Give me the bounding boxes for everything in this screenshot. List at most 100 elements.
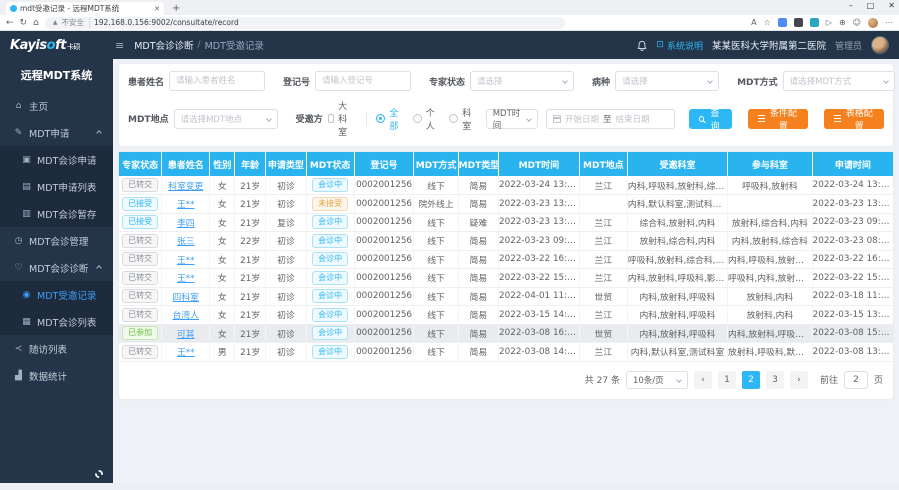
close-tab-icon[interactable]: ✕ <box>154 5 160 13</box>
mdt-type-cell: 简易 <box>458 232 498 251</box>
invited-depts-cell: 内科,默认科室,测试科室,放射科 <box>627 195 727 214</box>
sidebar-item-mdt-consult-draft[interactable]: ▥MDT会诊暂存 <box>0 200 113 227</box>
mdt-mode-select[interactable]: 请选择MDT方式 <box>783 71 895 91</box>
invited-depts-cell: 综合科,放射科,内科 <box>627 213 727 232</box>
patient-name-link[interactable]: 四科室 <box>173 293 199 303</box>
patient-name-link[interactable]: 王** <box>177 256 195 266</box>
reg-no-label: 登记号 <box>283 75 310 88</box>
table-config-button[interactable]: 表格配置 <box>824 109 884 129</box>
page-button-2[interactable]: 2 <box>742 371 760 389</box>
mdt-place-select[interactable]: 请选择MDT地点 <box>174 109 278 129</box>
extension-icon[interactable] <box>794 18 803 27</box>
notification-bell-icon[interactable] <box>637 40 647 51</box>
browser-tab[interactable]: mdt受邀记录 - 远程MDT系统 ✕ <box>6 2 164 15</box>
sidebar-item-mdt-consult-list[interactable]: ▦MDT会诊列表 <box>0 308 113 335</box>
sidebar: 远程MDT系统 ⌂主页✎MDT申请▣MDT会诊申请▤MDT申请列表▥MDT会诊暂… <box>0 59 113 483</box>
date-range-picker[interactable]: 开始日期至结束日期 <box>546 109 675 129</box>
sidebar-item-followup-list[interactable]: ≺随访列表 <box>0 335 113 362</box>
new-tab-button[interactable]: + <box>172 3 180 14</box>
patient-name-link[interactable]: 科室变更 <box>168 182 203 192</box>
sidebar-item-mdt-invite-record[interactable]: ◉MDT受邀记录 <box>0 281 113 308</box>
refresh-icon[interactable]: ↻ <box>20 18 28 28</box>
time-field-select[interactable]: MDT时间 <box>486 109 538 129</box>
user-avatar[interactable] <box>871 36 889 54</box>
sidebar-item-mdt-consult-manage[interactable]: ◷MDT会诊管理 <box>0 227 113 254</box>
mdt-mode-cell: 线下 <box>414 176 458 195</box>
disease-select[interactable]: 请选择 <box>615 71 719 91</box>
add-icon[interactable]: ⊕ <box>839 18 846 27</box>
joined-depts-cell: 放射科,呼吸科,默认科室,测... <box>728 343 813 362</box>
sidebar-item-mdt-consult-diagnose[interactable]: ♡MDT会诊诊断 <box>0 254 113 281</box>
status-badge: 会诊中 <box>312 215 348 229</box>
maximize-button[interactable]: □ <box>867 1 875 10</box>
reg-no-cell: 0002001256 <box>354 287 414 306</box>
feedback-smiley-icon[interactable]: ☺ <box>853 18 861 27</box>
sidebar-item-mdt-apply[interactable]: ✎MDT申请 <box>0 119 113 146</box>
patient-name-link[interactable]: 王** <box>177 348 195 358</box>
sidebar-item-data-stats[interactable]: ▟数据统计 <box>0 362 113 389</box>
more-menu-icon[interactable]: ⋯ <box>885 18 893 27</box>
read-aloud-icon[interactable]: A <box>751 18 756 27</box>
patient-name-link[interactable]: 台湾人 <box>173 311 199 321</box>
column-header: MDT地点 <box>579 152 627 176</box>
page-size-select[interactable]: 10条/页 <box>626 371 688 389</box>
home-icon[interactable]: ⌂ <box>33 18 39 28</box>
invited-depts-cell: 呼吸科,放射科,综合科,内科 <box>627 250 727 269</box>
breadcrumb-current: MDT受邀记录 <box>205 38 264 52</box>
patient-name-link[interactable]: 王** <box>177 274 195 284</box>
gender-cell: 女 <box>210 324 235 343</box>
condition-config-button[interactable]: 条件配置 <box>748 109 808 129</box>
sidebar-play-icon[interactable]: ▷ <box>826 18 832 27</box>
mdt-time-cell: 2022-03-24 13:40:00 <box>499 176 580 195</box>
sidebar-item-mdt-consult-apply[interactable]: ▣MDT会诊申请 <box>0 146 113 173</box>
big-dept-checkbox[interactable] <box>328 114 335 123</box>
extension-icon[interactable] <box>810 18 819 27</box>
patient-name-input[interactable] <box>169 71 265 91</box>
system-note-link[interactable]: ⊡系统说明 <box>656 39 703 52</box>
mdt-type-cell: 简易 <box>458 250 498 269</box>
scope-radio-personal[interactable] <box>413 114 422 123</box>
patient-name-link[interactable]: 张三 <box>177 237 195 247</box>
patient-name-link[interactable]: 王** <box>177 200 195 210</box>
calendar-icon <box>553 115 561 123</box>
jump-page-input[interactable] <box>844 371 868 389</box>
search-button[interactable]: 查询 <box>689 109 732 129</box>
page-button-1[interactable]: 1 <box>718 371 736 389</box>
favorites-star-icon[interactable]: ☆ <box>764 18 771 27</box>
mdt-mode-cell: 线下 <box>414 306 458 325</box>
sliders-icon <box>834 118 841 119</box>
page-button-3[interactable]: 3 <box>766 371 784 389</box>
back-icon[interactable]: ← <box>6 18 14 28</box>
apply-time-cell: 2022-03-24 13:37:44 <box>812 176 893 195</box>
next-page-button[interactable]: › <box>790 371 808 389</box>
mdt-type-cell: 疑难 <box>458 213 498 232</box>
apply-type-cell: 初诊 <box>266 324 306 343</box>
expert-status-select[interactable]: 请选择 <box>470 71 574 91</box>
invited-depts-cell: 内科,放射科,呼吸科,影像科 <box>627 269 727 288</box>
prev-page-button[interactable]: ‹ <box>694 371 712 389</box>
patient-name-link[interactable]: 可其 <box>177 330 195 340</box>
settings-gear-icon[interactable] <box>95 470 103 478</box>
sidebar-submenu: ◉MDT受邀记录▦MDT会诊列表 <box>0 281 113 335</box>
apply-time-cell: 2022-03-23 13:41:45 <box>812 195 893 214</box>
sidebar-item-label: MDT会诊暂存 <box>37 207 96 221</box>
expert-status-cell: 已转交 <box>119 269 162 288</box>
scope-radio-all[interactable] <box>376 114 385 123</box>
url-text: 192.168.0.156:9002/consultate/record <box>94 18 239 27</box>
minimize-button[interactable]: – <box>849 1 853 10</box>
reg-no-input[interactable] <box>315 71 411 91</box>
patient-name-link[interactable]: 李四 <box>177 219 195 229</box>
status-badge: 会诊中 <box>312 289 348 303</box>
sidebar-item-home[interactable]: ⌂主页 <box>0 92 113 119</box>
sidebar-item-mdt-apply-list[interactable]: ▤MDT申请列表 <box>0 173 113 200</box>
sidebar-collapse-icon[interactable]: ≡ <box>115 39 124 52</box>
url-bar[interactable]: ▲ 不安全 192.168.0.156:9002/consultate/reco… <box>45 17 565 29</box>
mdt-mode-label: MDT方式 <box>737 75 778 88</box>
close-button[interactable]: ✕ <box>888 1 895 10</box>
extension-icon[interactable] <box>778 18 787 27</box>
scope-radio-dept[interactable] <box>449 114 458 123</box>
browser-profile-avatar[interactable] <box>868 18 878 28</box>
expert-status-cell: 已转交 <box>119 176 162 195</box>
invitee-label: 受邀方 <box>296 112 323 125</box>
chevron-down-icon <box>526 116 532 122</box>
